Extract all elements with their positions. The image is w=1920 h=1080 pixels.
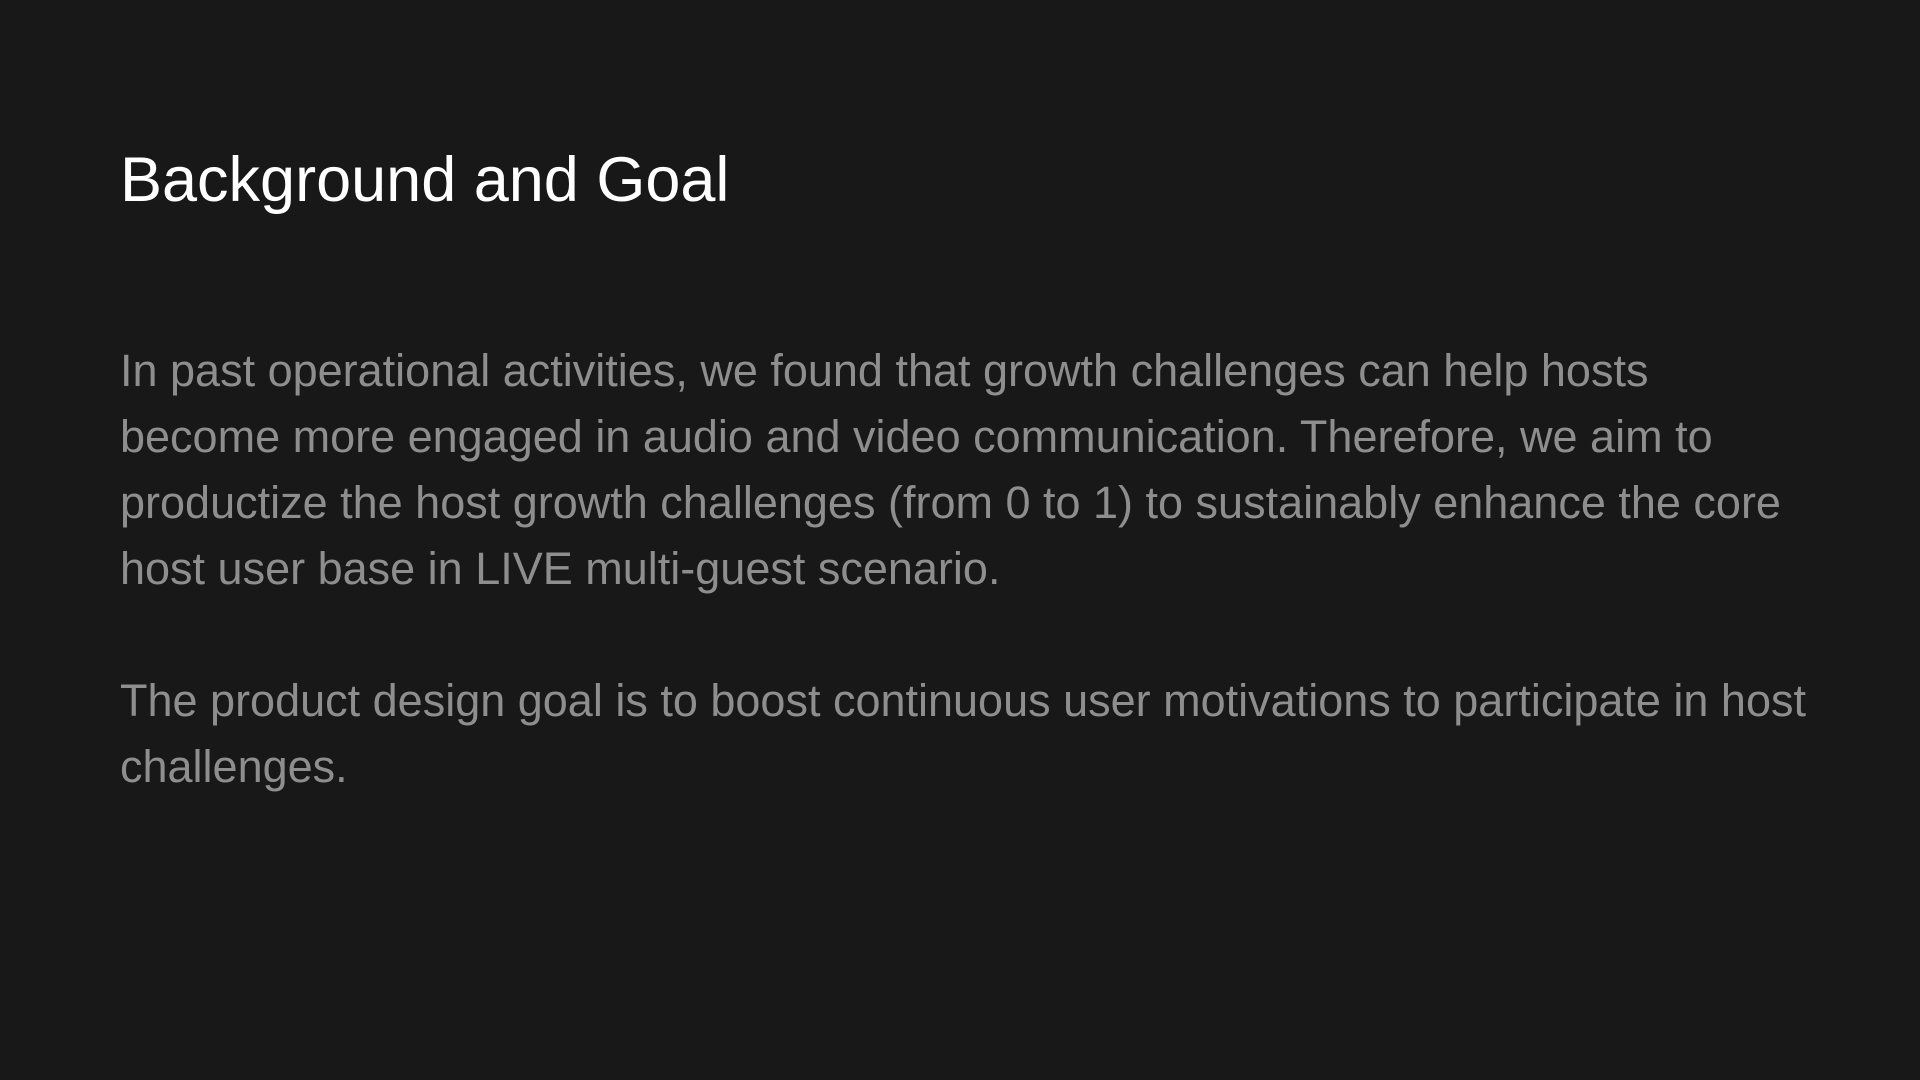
goal-paragraph: The product design goal is to boost cont… bbox=[120, 675, 1806, 792]
background-paragraph: In past operational activities, we found… bbox=[120, 345, 1781, 594]
slide: Background and Goal In past operational … bbox=[0, 0, 1920, 1080]
slide-body: In past operational activities, we found… bbox=[120, 338, 1820, 800]
slide-title: Background and Goal bbox=[120, 145, 730, 215]
